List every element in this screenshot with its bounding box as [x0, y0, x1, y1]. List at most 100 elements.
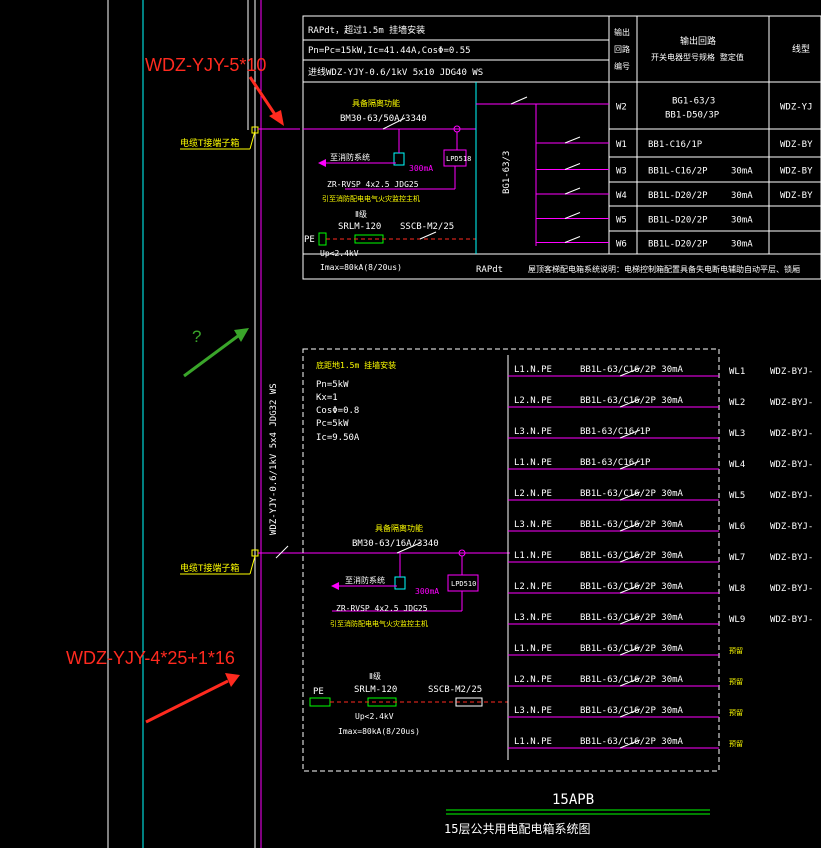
top-row-code: W6: [616, 240, 627, 250]
bottom-row-code: WL2: [729, 398, 745, 408]
top-row-cable: WDZ-BY: [780, 191, 813, 201]
cad-drawing-canvas: WDZ-YJY-5*10 WDZ-YJY-4*25+1*16 ? 电缆T接端子箱…: [0, 0, 821, 848]
header-loop-3: 编号: [614, 61, 630, 71]
bottom-row-phase: L2.N.PE: [514, 489, 552, 499]
bottom-row-cable: WDZ-BYJ-: [770, 553, 813, 563]
bottom-row-phase: L1.N.PE: [514, 458, 552, 468]
top-footer-note: 屋顶客梯配电箱系统说明：电梯控制箱配置具备失电断电辅助自动平层、锁厢: [528, 264, 800, 274]
bottom-row-phase: L1.N.PE: [514, 737, 552, 747]
bottom-row-device: BB1L-63/C16/2P 30mA: [580, 613, 684, 623]
bottom-row-code: WL9: [729, 615, 745, 625]
bottom-row-device: BB1L-63/C16/2P 30mA: [580, 737, 684, 747]
bottom-row-code: WL5: [729, 491, 745, 501]
top-row-value: 30mA: [731, 240, 753, 250]
top-cable-annotation: WDZ-YJY-5*10: [145, 55, 266, 75]
header-device: 输出回路: [680, 35, 716, 47]
top-spd-breaker: SSCB-M2/25: [400, 222, 454, 232]
bottom-info-line-2: Pn=5kW: [316, 380, 349, 390]
top-info-line-3: 进线WDZ-YJY-0.6/1kV 5x10 JDG40 WS: [308, 66, 483, 78]
bottom-row-device: BB1L-63/C16/2P 30mA: [580, 675, 684, 685]
bottom-row-code: WL3: [729, 429, 745, 439]
top-pe: PE: [304, 235, 315, 245]
bottom-row-device: BB1-63/C16/1P: [580, 427, 651, 437]
bottom-row-cable: WDZ-BYJ-: [770, 522, 813, 532]
top-row-device: BG1-63/3: [672, 97, 715, 107]
top-info-line-1: RAPdt，超过1.5m 挂墙安装: [308, 24, 425, 36]
header-cable: 线型: [792, 43, 810, 55]
bottom-tap-label: 电缆T接端子箱: [180, 562, 239, 574]
top-main-switch-label: 具备隔离功能: [352, 98, 400, 108]
header-device-sub: 开关电器型号规格 整定值: [651, 52, 744, 62]
top-bus-label: BG1-63/3: [502, 151, 512, 194]
bottom-fire-cable-note: 引至消防配电电气火灾监控主机: [330, 619, 428, 628]
top-fire-cable-note: 引至消防配电电气火灾监控主机: [322, 194, 420, 203]
bottom-row-device: BB1L-63/C16/2P 30mA: [580, 706, 684, 716]
bottom-row-code: WL7: [729, 553, 745, 563]
bottom-row-cable: WDZ-BYJ-: [770, 615, 813, 625]
bottom-row-code: WL1: [729, 367, 745, 377]
bottom-main-switch-model: BM30-63/16A/3340: [352, 539, 439, 549]
bottom-row-phase: L3.N.PE: [514, 613, 552, 623]
bottom-ldm: LPD510: [451, 580, 476, 588]
bottom-row-code: 预留: [729, 646, 743, 655]
bottom-row-phase: L2.N.PE: [514, 396, 552, 406]
bottom-row-cable: WDZ-BYJ-: [770, 367, 813, 377]
bottom-row-phase: L1.N.PE: [514, 365, 552, 375]
top-row-code: W1: [616, 140, 627, 150]
bottom-main-switch-label: 具备隔离功能: [375, 523, 423, 533]
top-row-code: W5: [616, 216, 627, 226]
question-mark: ?: [192, 327, 201, 346]
top-row-device: BB1-C16/1P: [648, 140, 703, 150]
top-footer-code: RAPdt: [476, 265, 503, 275]
background: [0, 0, 821, 848]
bottom-info-line-4: CosΦ=0.8: [316, 406, 359, 416]
top-row-value: 30mA: [731, 191, 753, 201]
top-row-code: W3: [616, 167, 627, 177]
top-ldm: LPD518: [446, 155, 471, 163]
bottom-row-device: BB1L-63/C16/2P 30mA: [580, 551, 684, 561]
bottom-row-device: BB1L-63/C16/2P 30mA: [580, 365, 684, 375]
bottom-spd-breaker: SSCB-M2/25: [428, 685, 482, 695]
header-loop-1: 输出: [614, 27, 630, 37]
header-loop-2: 回路: [614, 44, 630, 54]
bottom-row-phase: L1.N.PE: [514, 644, 552, 654]
bottom-row-device: BB1L-63/C16/2P 30mA: [580, 520, 684, 530]
top-imax: Imax=80kA(8/20us): [320, 263, 402, 272]
bottom-up: Up<2.4kV: [355, 712, 394, 721]
bottom-row-device: BB1-63/C16/1P: [580, 458, 651, 468]
bottom-row-phase: L3.N.PE: [514, 706, 552, 716]
bottom-row-phase: L2.N.PE: [514, 582, 552, 592]
top-row-cable: WDZ-BY: [780, 140, 813, 150]
top-row-device2: BB1-D50/3P: [665, 111, 720, 121]
top-row-code: W4: [616, 191, 627, 201]
bottom-row-device: BB1L-63/C16/2P 30mA: [580, 489, 684, 499]
bottom-spd-level: Ⅱ级: [369, 671, 381, 681]
bottom-rcd-value: 300mA: [415, 587, 439, 596]
top-row-device: BB1L-D20/2P: [648, 216, 708, 226]
bottom-feeder-vertical: WDZ-YJY-0.6/1kV 5x4 JDG32 WS: [269, 383, 279, 535]
bottom-info-line-5: Pc=5kW: [316, 419, 349, 429]
bottom-row-code: WL4: [729, 460, 745, 470]
top-fire-cable: ZR-RVSP 4x2.5 JDG25: [327, 180, 419, 189]
bottom-row-device: BB1L-63/C16/2P 30mA: [580, 644, 684, 654]
bottom-row-code: 预留: [729, 677, 743, 686]
bottom-subtitle: 15层公共用电配电箱系统图: [444, 821, 590, 836]
bottom-fire-cable: ZR-RVSP 4x2.5 JDG25: [336, 604, 428, 613]
top-row-value: 30mA: [731, 167, 753, 177]
top-fire-signal: 至消防系统: [330, 152, 370, 162]
top-main-switch-model: BM30-63/50A/3340: [340, 114, 427, 124]
bottom-imax: Imax=80kA(8/20us): [338, 727, 420, 736]
top-info-line-2: Pn=Pc=15kW,Ic=41.44A,CosΦ=0.55: [308, 46, 471, 56]
bottom-info-line-6: Ic=9.50A: [316, 433, 360, 443]
top-spd-level: Ⅱ级: [355, 209, 367, 219]
bottom-row-phase: L2.N.PE: [514, 675, 552, 685]
bottom-title: 15APB: [552, 792, 594, 808]
bottom-row-cable: WDZ-BYJ-: [770, 584, 813, 594]
bottom-row-phase: L3.N.PE: [514, 520, 552, 530]
top-rcd-value: 300mA: [409, 164, 433, 173]
bottom-spd-model: SRLM-120: [354, 685, 397, 695]
bottom-row-phase: L3.N.PE: [514, 427, 552, 437]
bottom-row-code: WL6: [729, 522, 745, 532]
bottom-row-cable: WDZ-BYJ-: [770, 491, 813, 501]
top-row-value: 30mA: [731, 216, 753, 226]
